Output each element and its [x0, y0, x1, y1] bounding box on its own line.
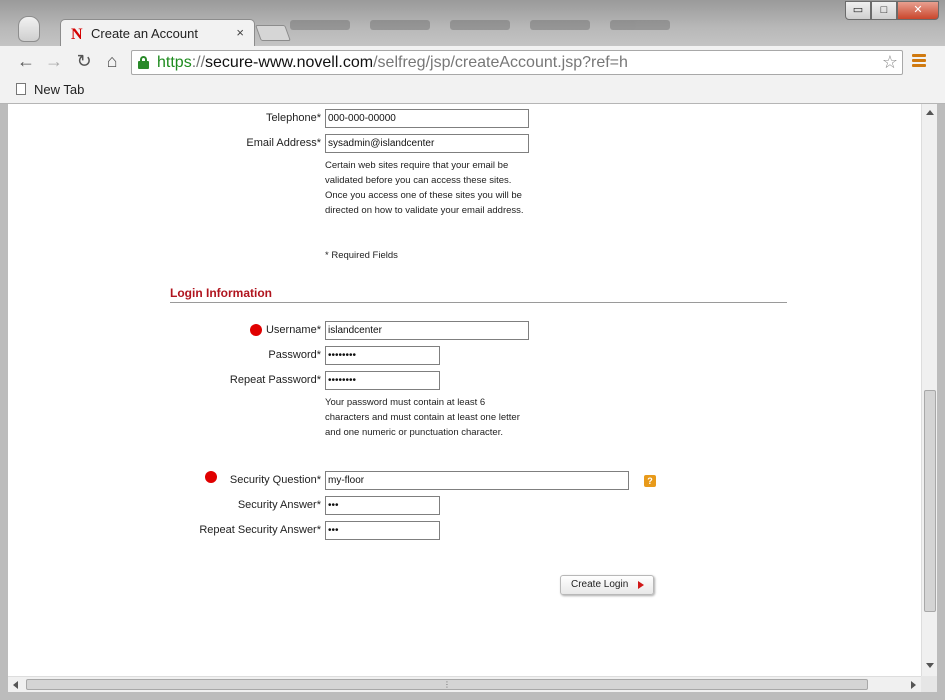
- address-bar[interactable]: https://secure-www.novell.com/selfreg/js…: [131, 50, 903, 75]
- security-question-marker-dot: [205, 471, 217, 483]
- minimize-button[interactable]: ▭: [845, 1, 871, 20]
- vertical-scrollbar[interactable]: [921, 104, 937, 676]
- repeat-password-label: Repeat Password*: [229, 374, 321, 386]
- tab-title: Create an Account: [91, 26, 198, 41]
- bookmark-new-tab[interactable]: New Tab: [16, 82, 84, 97]
- url-path: /selfreg/jsp/createAccount.jsp?ref=h: [373, 54, 628, 71]
- blurred-taskbar-area: [280, 12, 760, 38]
- scroll-left-arrow-icon[interactable]: [13, 681, 18, 689]
- bookmark-star-icon[interactable]: ☆: [882, 52, 898, 73]
- help-question-icon[interactable]: ?: [644, 475, 656, 487]
- password-rules-note: Your password must contain at least 6 ch…: [325, 397, 520, 438]
- security-question-label: Security Question*: [229, 474, 321, 486]
- scrollbar-corner: [921, 676, 937, 692]
- browser-toolbar: ← → ↻ ⌂ https://secure-www.novell.com/se…: [0, 46, 945, 78]
- novell-favicon-icon: N: [71, 26, 83, 43]
- title-bar: N Create an Account × ▭ □ ✕: [0, 0, 945, 47]
- horizontal-scroll-thumb[interactable]: ⋮: [26, 679, 868, 690]
- profile-avatar-icon[interactable]: [18, 16, 40, 42]
- required-fields-note: * Required Fields: [325, 250, 398, 261]
- username-field[interactable]: islandcenter: [325, 321, 529, 340]
- security-answer-label: Security Answer*: [237, 499, 321, 511]
- home-icon[interactable]: ⌂: [100, 51, 124, 72]
- tab-close-icon[interactable]: ×: [236, 25, 244, 40]
- scroll-up-arrow-icon[interactable]: [926, 110, 934, 115]
- close-window-button[interactable]: ✕: [897, 1, 939, 20]
- url-text[interactable]: https://secure-www.novell.com/selfreg/js…: [157, 54, 628, 72]
- email-label: Email Address*: [246, 137, 321, 149]
- page-content: Telephone* 000-000-00000 Email Address* …: [8, 104, 921, 676]
- password-label: Password*: [268, 349, 321, 361]
- scroll-right-arrow-icon[interactable]: [911, 681, 916, 689]
- bookmarks-bar: New Tab: [0, 78, 945, 104]
- security-question-field[interactable]: my-floor: [325, 471, 629, 490]
- telephone-label: Telephone*: [265, 112, 321, 124]
- vertical-scroll-thumb[interactable]: [924, 390, 936, 612]
- email-validation-note: Certain web sites require that your emai…: [325, 160, 524, 216]
- play-arrow-icon: [638, 581, 644, 589]
- forward-arrow-icon[interactable]: →: [42, 51, 66, 72]
- login-section-title: Login Information: [170, 286, 272, 300]
- create-login-label: Create Login: [571, 579, 629, 590]
- url-separator: ://: [191, 54, 206, 71]
- url-host: secure-www.novell.com: [205, 54, 374, 71]
- section-divider: [170, 302, 787, 303]
- url-scheme: https: [157, 54, 192, 71]
- menu-hamburger-icon[interactable]: [912, 54, 926, 69]
- back-arrow-icon[interactable]: ←: [14, 51, 38, 72]
- browser-window: N Create an Account × ▭ □ ✕ ← → ↻ ⌂ http…: [0, 0, 945, 700]
- repeat-security-answer-label: Repeat Security Answer*: [199, 524, 321, 536]
- username-label: Username*: [265, 324, 321, 336]
- username-marker-dot: [250, 324, 262, 336]
- repeat-security-answer-field[interactable]: •••: [325, 521, 440, 540]
- reload-icon[interactable]: ↻: [72, 51, 96, 72]
- scroll-down-arrow-icon[interactable]: [926, 663, 934, 668]
- repeat-password-field[interactable]: ••••••••: [325, 371, 440, 390]
- new-tab-button[interactable]: [255, 25, 291, 41]
- telephone-field[interactable]: 000-000-00000: [325, 109, 529, 128]
- tab-create-account[interactable]: N Create an Account ×: [60, 19, 255, 47]
- password-field[interactable]: ••••••••: [325, 346, 440, 365]
- create-login-button[interactable]: Create Login: [560, 575, 654, 595]
- security-answer-field[interactable]: •••: [325, 496, 440, 515]
- bookmark-label: New Tab: [34, 82, 85, 97]
- page-icon: [16, 83, 26, 95]
- window-controls: ▭ □ ✕: [845, 1, 939, 21]
- horizontal-scrollbar[interactable]: ⋮: [8, 676, 921, 692]
- email-field[interactable]: sysadmin@islandcenter: [325, 134, 529, 153]
- secure-lock-icon: [138, 56, 149, 69]
- maximize-button[interactable]: □: [871, 1, 897, 20]
